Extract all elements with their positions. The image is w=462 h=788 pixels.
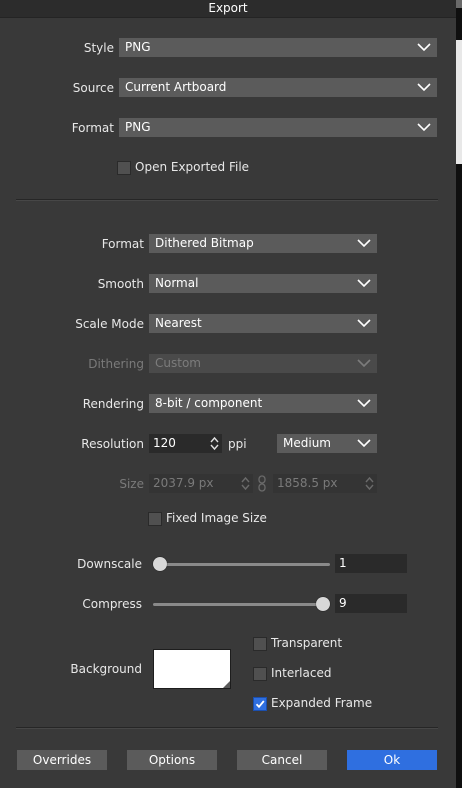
downscale-value: 1	[339, 556, 347, 570]
rendering-label: Rendering	[82, 397, 144, 411]
size-height-value: 1858.5 px	[277, 476, 338, 490]
fixed-image-size-label: Fixed Image Size	[166, 511, 267, 525]
swatch-corner-icon	[223, 681, 230, 688]
style-label: Style	[83, 41, 114, 55]
options-button[interactable]: Options	[127, 750, 217, 770]
chevron-down-icon	[357, 399, 371, 408]
resolution-quality-value: Medium	[283, 436, 331, 450]
compress-label: Compress	[82, 597, 142, 611]
background-label: Background	[70, 662, 142, 676]
format-label: Format	[101, 237, 144, 251]
style-dropdown[interactable]: PNG	[119, 38, 437, 57]
stepper-icon	[241, 476, 250, 491]
size-width-value: 2037.9 px	[153, 476, 214, 490]
open-exported-file-checkbox[interactable]	[117, 161, 131, 175]
resolution-label: Resolution	[81, 437, 144, 451]
smooth-dropdown[interactable]: Normal	[149, 274, 377, 293]
top-format-label: Format	[71, 121, 114, 135]
expanded-frame-label: Expanded Frame	[271, 696, 373, 710]
format-value: Dithered Bitmap	[155, 236, 254, 250]
compress-value: 9	[339, 596, 347, 610]
smooth-label: Smooth	[97, 277, 144, 291]
smooth-value: Normal	[155, 276, 199, 290]
cancel-button[interactable]: Cancel	[237, 750, 327, 770]
chevron-down-icon	[357, 439, 371, 448]
buttons-divider	[16, 727, 438, 729]
chevron-down-icon	[357, 279, 371, 288]
transparent-checkbox[interactable]	[253, 637, 267, 651]
scale-mode-dropdown[interactable]: Nearest	[149, 314, 377, 333]
dithering-value: Custom	[155, 356, 201, 370]
size-height-input: 1858.5 px	[273, 474, 377, 493]
chevron-down-icon	[357, 239, 371, 248]
expanded-frame-checkbox[interactable]	[253, 697, 267, 711]
format-dropdown[interactable]: Dithered Bitmap	[149, 234, 377, 253]
resolution-quality-dropdown[interactable]: Medium	[277, 434, 377, 453]
resolution-value: 120	[153, 436, 176, 450]
dialog-title: Export	[208, 1, 248, 15]
dithering-label: Dithering	[88, 357, 144, 371]
downscale-label: Downscale	[77, 557, 142, 571]
scale-mode-value: Nearest	[155, 316, 202, 330]
chevron-down-icon	[357, 319, 371, 328]
source-dropdown[interactable]: Current Artboard	[119, 78, 437, 97]
background-app-panel	[456, 40, 462, 164]
resolution-unit: ppi	[228, 437, 247, 451]
fixed-image-size-checkbox[interactable]	[148, 512, 162, 526]
dithering-dropdown: Custom	[149, 354, 377, 373]
compress-slider-track[interactable]	[153, 603, 330, 606]
link-icon	[258, 475, 266, 492]
section-divider	[16, 199, 438, 201]
transparent-label: Transparent	[271, 636, 343, 650]
chevron-down-icon	[357, 359, 371, 368]
compress-slider-thumb[interactable]	[316, 597, 330, 611]
stepper-icon	[365, 476, 374, 491]
size-label: Size	[119, 477, 144, 491]
background-application	[456, 0, 462, 788]
chevron-down-icon	[417, 43, 431, 52]
style-value: PNG	[125, 40, 151, 54]
resolution-input[interactable]: 120	[149, 434, 222, 453]
scale-mode-label: Scale Mode	[75, 317, 144, 331]
downscale-slider-thumb[interactable]	[153, 557, 167, 571]
stepper-icon[interactable]	[208, 435, 221, 452]
rendering-dropdown[interactable]: 8-bit / component	[149, 394, 377, 413]
top-format-value: PNG	[125, 120, 151, 134]
open-exported-file-label: Open Exported File	[135, 160, 250, 174]
source-value: Current Artboard	[125, 80, 227, 94]
background-app-strip	[456, 0, 462, 8]
checkmark-icon	[255, 700, 265, 709]
chevron-down-icon	[417, 83, 431, 92]
downscale-input[interactable]: 1	[335, 554, 407, 573]
interlaced-checkbox[interactable]	[253, 667, 267, 681]
compress-input[interactable]: 9	[335, 594, 407, 613]
downscale-slider-track[interactable]	[153, 563, 330, 566]
source-label: Source	[72, 81, 114, 95]
rendering-value: 8-bit / component	[155, 396, 263, 410]
interlaced-label: Interlaced	[271, 666, 332, 680]
size-width-input: 2037.9 px	[149, 474, 253, 493]
top-format-dropdown[interactable]: PNG	[119, 118, 437, 137]
title-bar: Export	[0, 0, 456, 18]
ok-button[interactable]: Ok	[347, 750, 437, 770]
background-color-swatch[interactable]	[153, 649, 231, 689]
chevron-down-icon	[417, 123, 431, 132]
export-dialog: Export Style PNG Source Current Artboard…	[0, 0, 456, 788]
overrides-button[interactable]: Overrides	[17, 750, 107, 770]
